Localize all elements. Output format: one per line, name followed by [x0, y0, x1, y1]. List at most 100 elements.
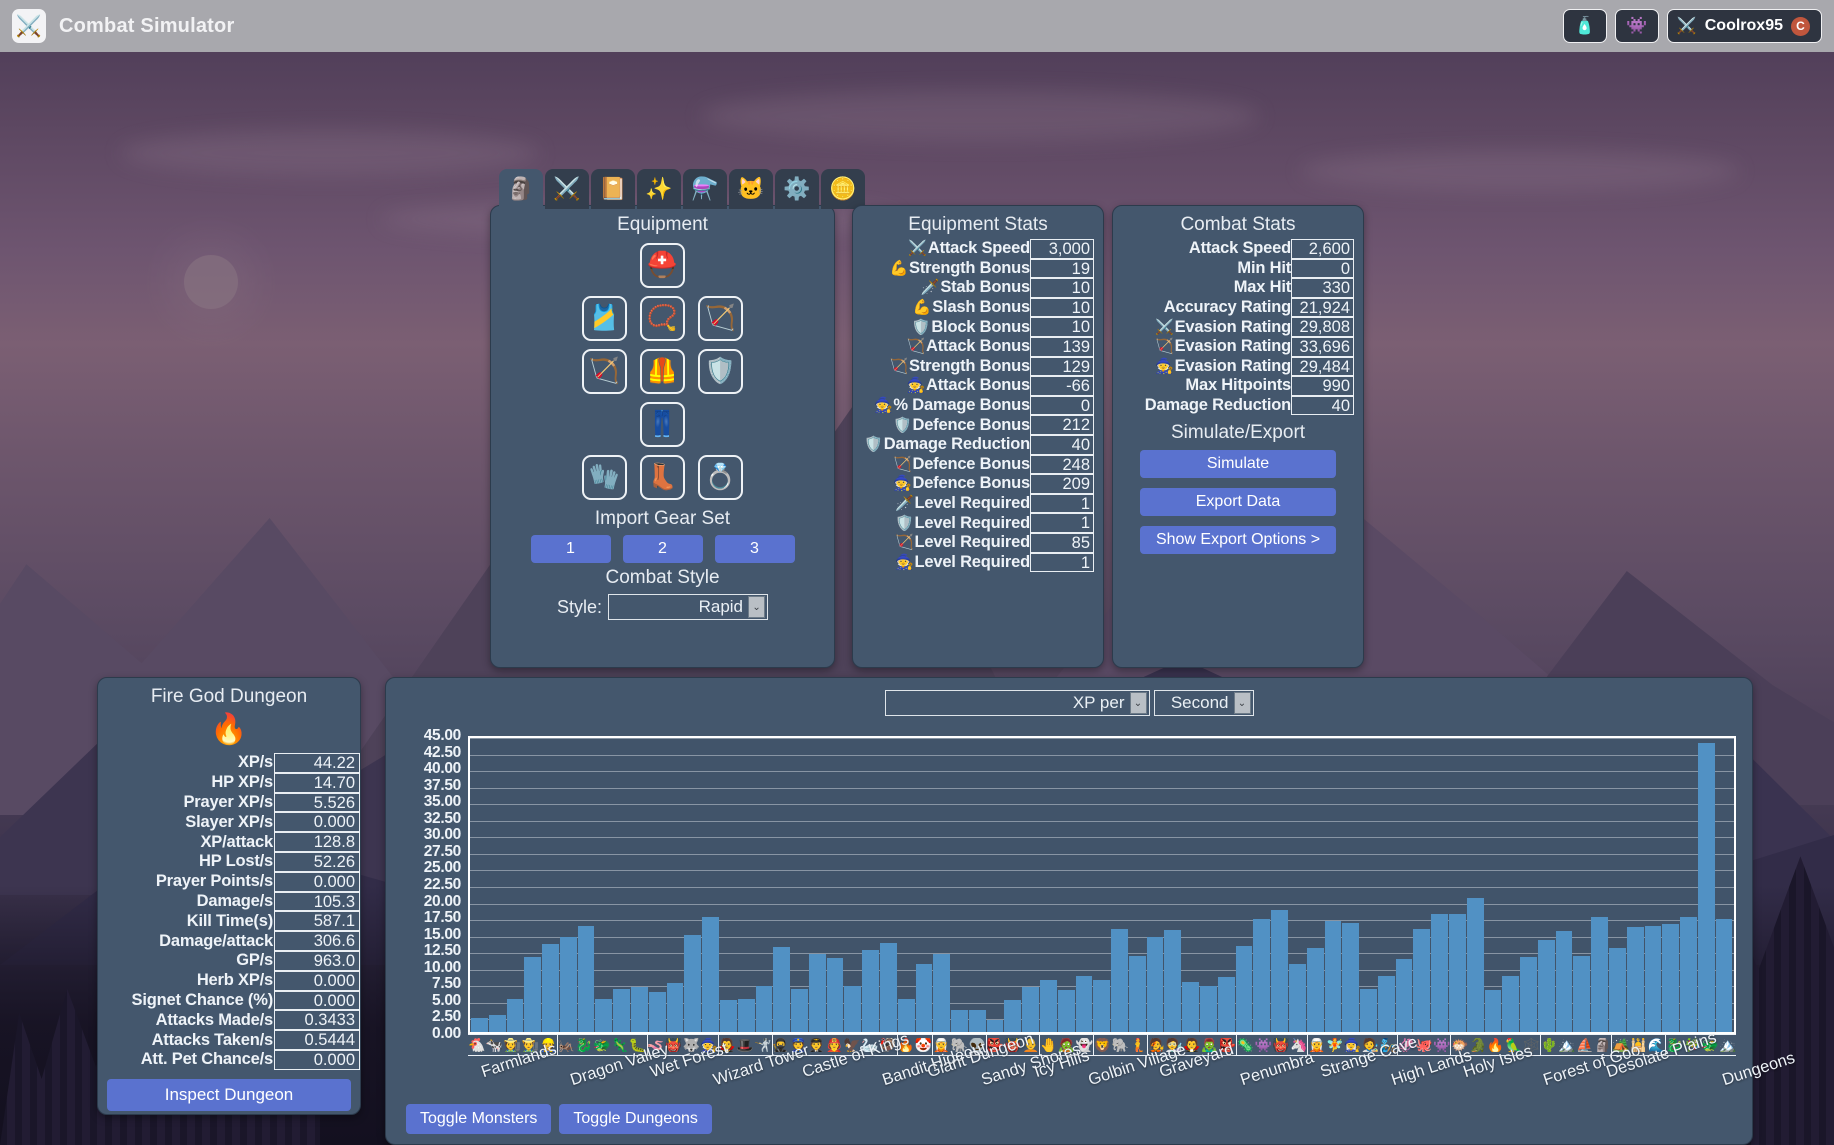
bar[interactable] [951, 1010, 968, 1032]
potion-button[interactable]: 🧴 [1562, 9, 1607, 43]
bar[interactable] [1413, 929, 1431, 1032]
bar[interactable] [1395, 959, 1413, 1032]
bar[interactable] [773, 947, 791, 1032]
equipment-tab-gp[interactable]: 🪙 [821, 169, 865, 209]
bar[interactable] [968, 1010, 986, 1032]
bar[interactable] [1288, 964, 1306, 1032]
bar[interactable] [719, 1000, 737, 1032]
bar[interactable] [1040, 980, 1057, 1032]
equipment-tab-equipment[interactable]: 🗿 [499, 169, 543, 209]
bar[interactable] [1075, 975, 1093, 1032]
monster-icon[interactable]: 🧑‍🌾 [504, 1038, 521, 1052]
bar[interactable] [1004, 1000, 1022, 1032]
show-export-options-button[interactable]: Show Export Options > [1140, 526, 1336, 555]
monster-icon[interactable]: 🐊 [1469, 1038, 1486, 1052]
bar[interactable] [488, 1015, 506, 1032]
bar[interactable] [986, 1020, 1004, 1032]
bar[interactable] [684, 934, 702, 1032]
bar[interactable] [1253, 918, 1271, 1032]
equipment-tab-levels[interactable]: 📔 [591, 169, 635, 209]
bar[interactable] [1164, 930, 1182, 1032]
monster-icon[interactable]: 🧜 [1129, 1038, 1146, 1052]
bar[interactable] [1448, 913, 1466, 1032]
bar[interactable] [1484, 990, 1502, 1032]
toggle-dungeons-button[interactable]: Toggle Dungeons [559, 1104, 712, 1134]
bar[interactable] [1520, 956, 1537, 1032]
bar[interactable] [577, 925, 595, 1032]
equipment-slot-ring[interactable]: 💍 [698, 455, 743, 500]
monster-icon[interactable]: 🏔️ [1719, 1038, 1736, 1052]
equipment-tab-pets[interactable]: 🐱 [729, 169, 773, 209]
bar[interactable] [1057, 990, 1075, 1032]
bar[interactable] [1022, 986, 1039, 1032]
monster-icon[interactable]: 🏔️ [1558, 1038, 1575, 1052]
period-select[interactable]: Second ⌄ [1153, 690, 1254, 716]
equipment-tab-settings[interactable]: ⚙️ [775, 169, 819, 209]
monster-icon[interactable]: 🦠 [1237, 1038, 1254, 1052]
bar[interactable] [1591, 917, 1608, 1032]
inspect-dungeon-button[interactable]: Inspect Dungeon [107, 1078, 351, 1111]
bar[interactable] [1537, 939, 1555, 1032]
equipment-slot-quiver[interactable]: 🏹 [698, 296, 743, 341]
bar[interactable] [1431, 914, 1448, 1032]
equipment-tab-combat[interactable]: ⚔️ [545, 169, 589, 209]
metric-select[interactable]: XP per ⌄ [884, 690, 1150, 716]
monster-icon[interactable]: 👹 [1272, 1038, 1289, 1052]
monster-icon[interactable]: 🧑‍✈️ [808, 1038, 825, 1052]
bar[interactable] [933, 953, 951, 1032]
monster-icon[interactable]: 👾 [1255, 1038, 1272, 1052]
equipment-slot-body[interactable]: 🦺 [640, 349, 685, 394]
bar[interactable] [1466, 898, 1484, 1032]
bar[interactable] [613, 988, 631, 1032]
bar[interactable] [1555, 931, 1573, 1032]
bar[interactable] [1182, 982, 1200, 1032]
monster-icon[interactable]: 🤺 [754, 1038, 771, 1052]
bar[interactable] [1342, 922, 1360, 1032]
bar[interactable] [1146, 937, 1164, 1032]
monster-icon[interactable]: 🤡 [915, 1038, 932, 1052]
equipment-slot-boots[interactable]: 👢 [640, 455, 685, 500]
bar[interactable] [1217, 977, 1235, 1032]
export-data-button[interactable]: Export Data [1140, 488, 1336, 517]
bar[interactable] [879, 942, 897, 1032]
bar[interactable] [524, 956, 542, 1032]
bar[interactable] [755, 986, 773, 1032]
gear-set-button-3[interactable]: 3 [714, 535, 795, 563]
bar[interactable] [506, 999, 524, 1032]
monster-icon[interactable]: 👾 [1433, 1038, 1450, 1052]
bar[interactable] [542, 943, 559, 1032]
bar[interactable] [1360, 988, 1377, 1032]
bar[interactable] [1377, 976, 1395, 1032]
bar[interactable] [595, 999, 613, 1032]
equipment-slot-platelegs[interactable]: 👖 [640, 402, 685, 447]
gear-set-button-1[interactable]: 1 [530, 535, 611, 563]
equipment-tab-potions[interactable]: ⚗️ [683, 169, 727, 209]
bar[interactable] [1128, 955, 1146, 1032]
equipment-slot-cape[interactable]: 🎽 [582, 296, 627, 341]
bar[interactable] [791, 988, 808, 1032]
monster-icon[interactable]: 🐉 [575, 1038, 592, 1052]
simulate-button[interactable]: Simulate [1140, 450, 1336, 479]
bar[interactable] [1200, 986, 1217, 1032]
bar[interactable] [666, 983, 684, 1032]
combat-style-select[interactable]: Rapid ⌄ [608, 594, 769, 620]
monster-icon[interactable]: 🌵 [1541, 1038, 1558, 1052]
bar[interactable] [1609, 948, 1626, 1032]
bar[interactable] [844, 986, 862, 1032]
bar[interactable] [1502, 975, 1520, 1032]
bar[interactable] [1324, 920, 1342, 1032]
toggle-monsters-button[interactable]: Toggle Monsters [406, 1104, 552, 1134]
monster-icon[interactable]: 🐔 [468, 1038, 485, 1052]
bar[interactable] [915, 964, 933, 1032]
bar[interactable] [1662, 924, 1680, 1032]
monster-icon[interactable]: 🎩 [736, 1038, 753, 1052]
bar[interactable] [737, 998, 755, 1032]
equipment-slot-amulet[interactable]: 📿 [640, 296, 685, 341]
bar[interactable] [826, 958, 844, 1032]
monster-icon[interactable]: 🐘 [1112, 1038, 1129, 1052]
bar[interactable] [648, 992, 666, 1032]
monster-icon[interactable]: 🐄 [486, 1038, 503, 1052]
bar[interactable] [1644, 926, 1662, 1032]
bar[interactable] [1093, 979, 1111, 1032]
monster-button[interactable]: 👾 [1614, 9, 1659, 43]
